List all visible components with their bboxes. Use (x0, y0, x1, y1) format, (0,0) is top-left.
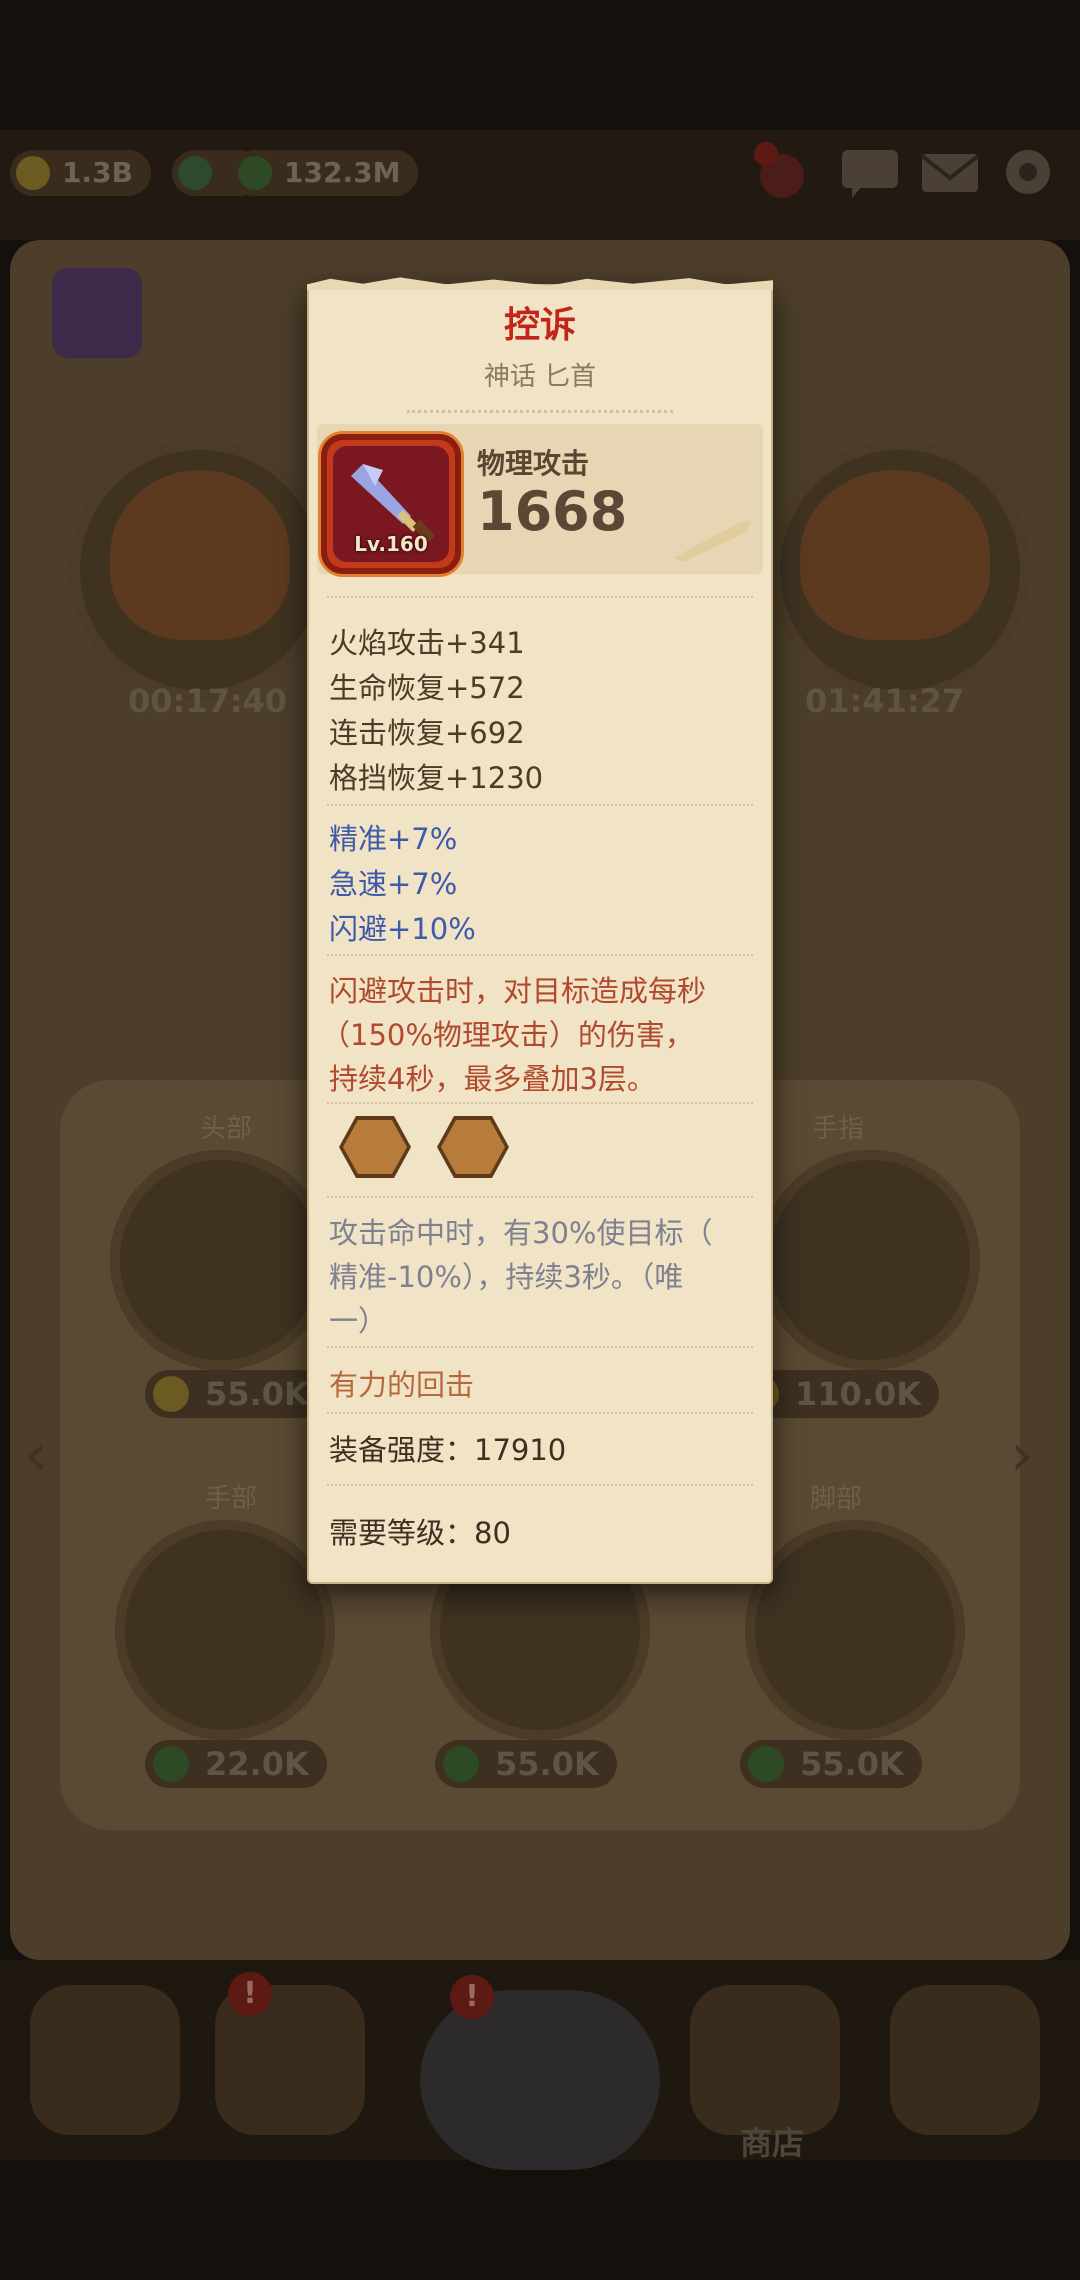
required-level: 需要等级：80 (329, 1516, 511, 1550)
item-rarity-type: 神话 匕首 (483, 362, 597, 392)
divider (327, 596, 753, 598)
chest-timer-left: 00:17:40 (128, 682, 288, 720)
prev-arrow-icon[interactable]: ‹ (24, 1420, 48, 1490)
main-stat-label: 物理攻击 (477, 447, 590, 480)
set-effect-line: 精准-10%），持续3秒。（唯 (329, 1260, 684, 1294)
set-effect-line: 攻击命中时，有30%使目标（ (329, 1216, 713, 1250)
price-tag[interactable]: 55.0K (740, 1740, 922, 1788)
bonus-stat-haste: 急速+7% (329, 867, 458, 901)
sub-stat-combo-regen: 连击恢复+692 (329, 716, 525, 750)
empty-socket-icon (339, 1116, 411, 1178)
divider (407, 410, 673, 417)
bonus-stat-accuracy: 精准+7% (329, 822, 458, 856)
gold-coin-icon (16, 156, 50, 190)
armor-chest-icon (110, 470, 290, 640)
gold-amount: 1.3B (62, 156, 133, 189)
item-icon-frame: Lv.160 (321, 434, 461, 574)
gear-slot-hand[interactable] (115, 1520, 335, 1740)
slot-label-foot: 脚部 (810, 1484, 863, 1514)
armor-chest-icon (800, 470, 990, 640)
chat-icon[interactable] (838, 140, 902, 204)
divider (327, 1346, 753, 1348)
divider (327, 1412, 753, 1414)
nav-shop-icon[interactable] (690, 1985, 840, 2135)
leaf-icon (153, 1746, 189, 1782)
slot-label-finger: 手指 (812, 1114, 865, 1144)
chest-timer-right: 01:41:27 (805, 682, 965, 720)
leaf-resource: 132.3M (232, 150, 419, 196)
event-icon[interactable] (750, 140, 814, 204)
passive-line: 闪避攻击时，对目标造成每秒 (329, 974, 707, 1008)
passive-line: （150%物理攻击）的伤害， (321, 1018, 694, 1052)
price-value: 55.0K (495, 1745, 599, 1783)
gold-coin-icon (153, 1376, 189, 1412)
gem-icon (178, 156, 212, 190)
item-level: Lv.160 (354, 532, 428, 556)
alert-badge-icon: ! (450, 1975, 494, 2019)
bonus-stat-evasion: 闪避+10% (329, 912, 476, 946)
nav-home-icon[interactable] (30, 1985, 180, 2135)
price-tag[interactable]: 22.0K (145, 1740, 327, 1788)
set-effect-line: 一） (329, 1304, 388, 1338)
leaf-icon (238, 156, 272, 190)
divider (327, 1196, 753, 1198)
empty-socket-icon (437, 1116, 509, 1178)
price-value: 22.0K (205, 1745, 309, 1783)
leaf-amount: 132.3M (284, 156, 401, 189)
weapon-watermark-icon (667, 514, 757, 564)
leaf-icon (443, 1746, 479, 1782)
price-value: 55.0K (205, 1375, 309, 1413)
item-name: 控诉 (503, 305, 576, 346)
gear-slot-foot[interactable] (745, 1520, 965, 1740)
divider (327, 1102, 753, 1104)
gold-resource: 1.3B (10, 150, 151, 196)
slot-label-hand: 手部 (205, 1484, 258, 1514)
divider (327, 954, 753, 956)
divider (327, 804, 753, 806)
main-stat-value: 1668 (477, 480, 628, 543)
dagger-icon: Lv.160 (333, 446, 449, 562)
settings-gear-icon[interactable] (996, 140, 1060, 204)
nav-shop-label: 商店 (740, 2124, 805, 2162)
gear-slot-finger[interactable] (760, 1150, 980, 1370)
price-value: 55.0K (800, 1745, 904, 1783)
sub-stat-hp-regen: 生命恢复+572 (329, 671, 525, 705)
divider (327, 1484, 753, 1486)
gear-slot-head[interactable] (110, 1150, 330, 1370)
nav-forge-icon[interactable] (890, 1985, 1040, 2135)
leaf-icon (748, 1746, 784, 1782)
next-arrow-icon[interactable]: › (1010, 1420, 1034, 1490)
mail-icon[interactable] (918, 140, 982, 204)
set-name: 有力的回击 (329, 1368, 475, 1402)
item-tooltip-card: 控诉 神话 匕首 Lv.160 物理攻击 1668 火焰攻击+341 生命恢复+… (307, 277, 773, 1584)
slot-label-head: 头部 (200, 1114, 253, 1144)
sub-stat-fire-attack: 火焰攻击+341 (329, 626, 525, 660)
passive-line: 持续4秒，最多叠加3层。 (329, 1062, 656, 1096)
gift-box-icon[interactable] (52, 268, 142, 358)
alert-badge-icon: ! (228, 1972, 272, 2016)
price-tag[interactable]: 55.0K (435, 1740, 617, 1788)
price-value: 110.0K (795, 1375, 922, 1413)
nav-battle-icon[interactable] (420, 1990, 660, 2170)
price-tag[interactable]: 55.0K (145, 1370, 327, 1418)
sub-stat-block-regen: 格挡恢复+1230 (329, 761, 544, 795)
equipment-power: 装备强度：17910 (329, 1433, 567, 1467)
